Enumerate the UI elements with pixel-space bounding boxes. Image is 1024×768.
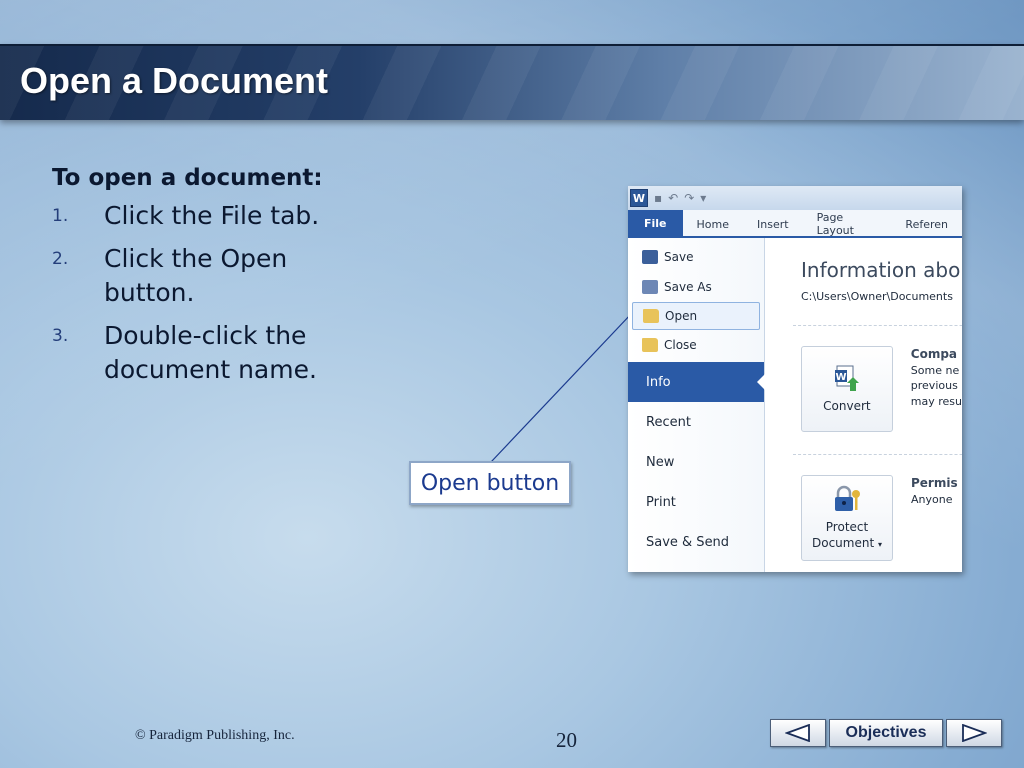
section-recent[interactable]: Recent — [628, 402, 764, 442]
protect-label-line1: Protect — [825, 520, 869, 535]
permissions-section: Protect Document ▾ Permis Anyone — [801, 475, 962, 561]
objectives-button[interactable]: Objectives — [829, 719, 943, 747]
quick-access-toolbar: W ▪ ↶ ↷ ▾ — [628, 186, 962, 210]
copyright: © Paradigm Publishing, Inc. — [135, 728, 295, 743]
backstage-nav: Save Save As Open Close Info Recent New … — [628, 238, 765, 572]
compatibility-line: may resu — [910, 394, 962, 408]
convert-icon: W — [832, 363, 862, 393]
tab-insert[interactable]: Insert — [743, 212, 803, 236]
customize-icon: ▾ — [700, 191, 707, 205]
close-label: Close — [664, 338, 697, 352]
redo-icon: ↷ — [684, 191, 695, 205]
section-print[interactable]: Print — [628, 482, 764, 522]
open-folder-icon — [643, 309, 659, 323]
next-button[interactable] — [946, 719, 1002, 747]
compatibility-line: Some ne — [910, 363, 960, 377]
slide-navigation: Objectives — [770, 719, 1002, 747]
page-number: 20 — [556, 728, 577, 752]
permissions-heading: Permis — [911, 476, 958, 490]
separator — [793, 325, 962, 326]
separator — [793, 454, 962, 455]
word-logo-icon: W — [630, 189, 648, 207]
backstage-view: Save Save As Open Close Info Recent New … — [628, 238, 962, 572]
dropdown-arrow-icon: ▾ — [877, 540, 882, 549]
permissions-line: Anyone — [911, 492, 953, 506]
convert-label: Convert — [823, 399, 871, 414]
ribbon-tabs: File Home Insert Page Layout Referen — [628, 210, 962, 238]
compatibility-line: previous — [910, 379, 958, 393]
tab-file[interactable]: File — [628, 210, 683, 236]
callout-label: Open button — [409, 461, 571, 505]
section-info[interactable]: Info — [628, 362, 765, 402]
section-new[interactable]: New — [628, 442, 764, 482]
info-title: Information abo — [801, 258, 961, 282]
open-command[interactable]: Open — [632, 302, 760, 330]
previous-button[interactable] — [770, 719, 826, 747]
compatibility-heading: Compa — [910, 347, 958, 361]
save-as-label: Save As — [664, 280, 712, 294]
save-label: Save — [664, 250, 694, 264]
backstage-info-pane: Information abo C:\Users\Owner\Documents… — [765, 238, 962, 572]
save-as-command[interactable]: Save As — [628, 272, 764, 302]
open-label: Open — [665, 309, 698, 323]
save-icon — [642, 250, 658, 264]
close-command[interactable]: Close — [628, 330, 764, 360]
save-command[interactable]: Save — [628, 242, 764, 272]
close-folder-icon — [642, 338, 658, 352]
convert-button[interactable]: W Convert — [801, 346, 893, 432]
tab-page-layout[interactable]: Page Layout — [803, 211, 892, 237]
document-path: C:\Users\Owner\Documents — [801, 290, 953, 303]
right-arrow-icon — [962, 724, 987, 742]
save-as-icon — [642, 280, 658, 294]
permissions-text: Permis Anyone — [911, 475, 958, 561]
protect-label-text: Document — [811, 536, 875, 550]
svg-text:W: W — [835, 372, 846, 383]
undo-icon: ↶ — [668, 191, 679, 205]
compatibility-section: W Convert Compa Some ne previous may res… — [801, 346, 962, 432]
protect-label-line2: Document ▾ — [812, 536, 882, 552]
word-screenshot: W ▪ ↶ ↷ ▾ File Home Insert Page Layout R… — [628, 186, 962, 572]
left-arrow-icon — [785, 724, 810, 742]
tab-home[interactable]: Home — [683, 212, 743, 236]
lock-key-icon — [832, 484, 862, 514]
section-save-send[interactable]: Save & Send — [628, 522, 764, 562]
save-icon: ▪ — [654, 191, 663, 205]
tab-references[interactable]: Referen — [891, 212, 962, 236]
compatibility-text: Compa Some ne previous may resu — [911, 346, 962, 432]
protect-document-button[interactable]: Protect Document ▾ — [801, 475, 893, 561]
